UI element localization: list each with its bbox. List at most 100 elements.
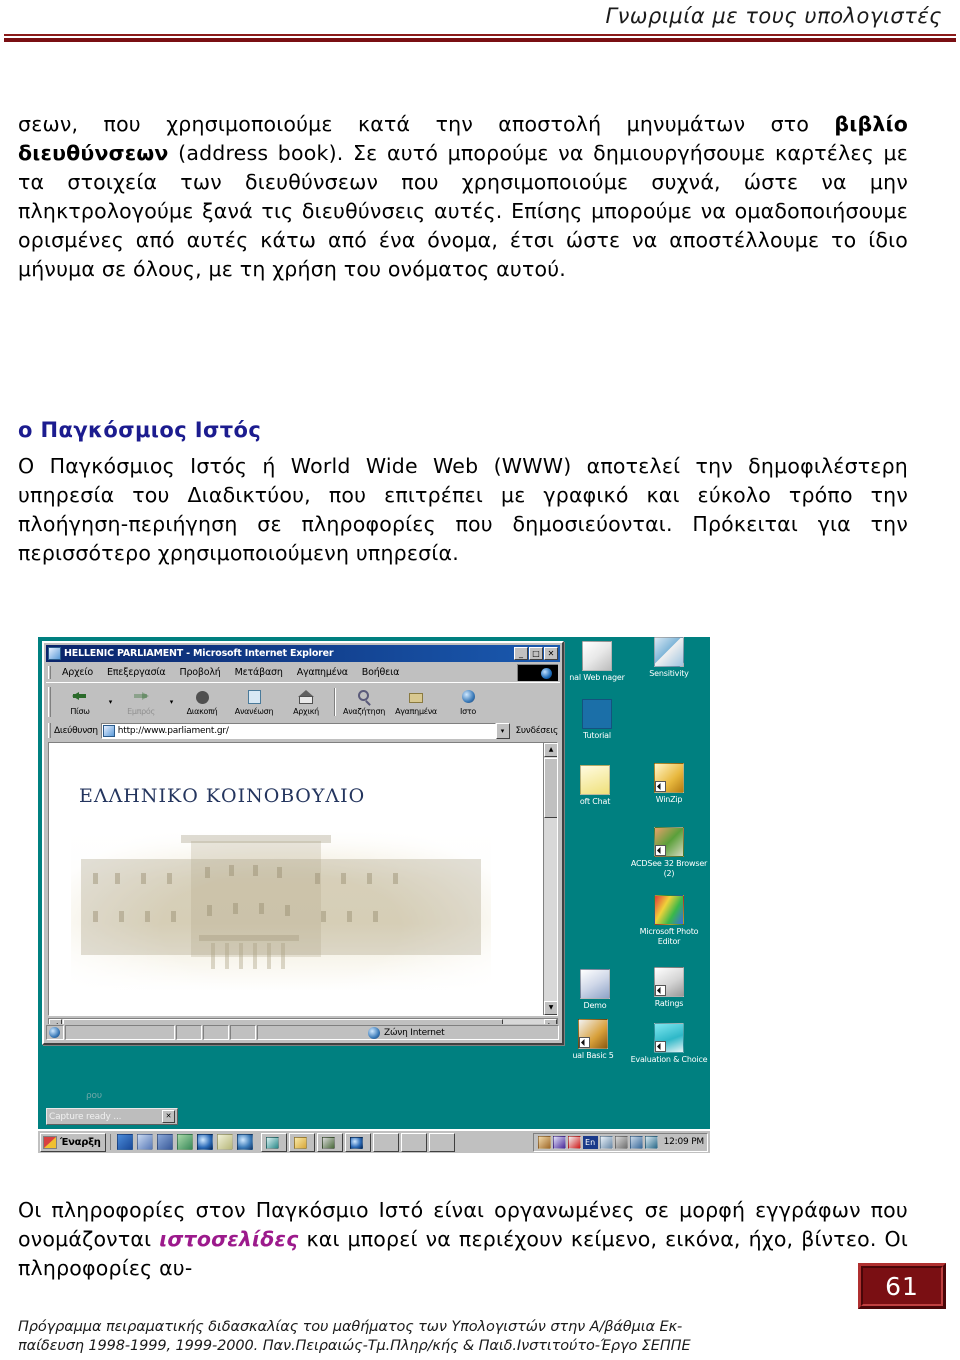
address-input[interactable]: http://www.parliament.gr/	[100, 722, 496, 739]
toolbar-grip[interactable]	[48, 687, 51, 717]
desktop-icon-demo[interactable]: Demo	[556, 969, 634, 1011]
toolbar-button-refresh[interactable]: Ανανέωση	[228, 688, 280, 716]
desktop-icon-label: nal Web nager	[569, 673, 625, 682]
menu-item-favorites[interactable]: Αγαπημένα	[290, 666, 355, 679]
quick-launch-channels-icon[interactable]	[156, 1134, 173, 1150]
menu-item-view[interactable]: Προβολή	[173, 666, 228, 679]
desktop-icon-label: ual Basic 5	[572, 1051, 614, 1060]
status-bar-icon	[46, 1025, 64, 1040]
desktop-icon-evaluation-choice[interactable]: Evaluation & Choice	[630, 1023, 708, 1065]
section-heading-world-wide-web: ο Παγκόσμιος Ιστός	[18, 418, 262, 442]
paragraph-1-part-a: σεων, που χρησιμοποιούμε κατά την αποστο…	[18, 112, 835, 136]
taskbar-button[interactable]	[428, 1132, 455, 1152]
quick-launch-desktop-icon[interactable]	[136, 1134, 153, 1150]
taskbar-button-internet-explorer[interactable]	[344, 1132, 371, 1152]
tray-icon-scheduler[interactable]	[537, 1135, 551, 1149]
desktop-icon-ratings[interactable]: Ratings	[630, 967, 708, 1009]
tray-language-indicator[interactable]: En	[582, 1135, 598, 1149]
forward-arrow-icon	[132, 688, 150, 706]
toolbar-button-label: Διακοπή	[186, 707, 218, 716]
browser-title-bar[interactable]: HELLENIC PARLIAMENT - Microsoft Internet…	[46, 645, 560, 662]
address-dropdown-caret-icon[interactable]: ▾	[495, 722, 510, 739]
taskbar-button[interactable]	[372, 1132, 399, 1152]
taskbar-button-folder[interactable]	[288, 1132, 315, 1152]
taskbar-clock[interactable]: 12:09 PM	[664, 1137, 705, 1147]
figure-browser-screenshot: nal Web nager Sensitivity Tutorial oft C…	[38, 637, 710, 1153]
tray-icon-volume[interactable]	[614, 1135, 628, 1149]
tray-icon-antivirus[interactable]	[552, 1135, 566, 1149]
desktop-icon-chat[interactable]: oft Chat	[556, 765, 634, 807]
desktop-icon-visual-basic[interactable]: ual Basic 5	[554, 1019, 632, 1061]
tray-icon-display[interactable]	[629, 1135, 643, 1149]
quick-launch-mail-icon[interactable]	[176, 1134, 193, 1150]
menu-item-go[interactable]: Μετάβαση	[228, 666, 290, 679]
back-dropdown-caret-icon[interactable]: ▾	[106, 685, 115, 719]
toolbar-button-home[interactable]: Αρχική	[280, 688, 332, 716]
visual-basic-icon	[578, 1019, 608, 1049]
quick-launch-globe-icon[interactable]	[236, 1134, 253, 1150]
footer-line-1: Πρόγραμμα πειραματικής διδασκαλίας του μ…	[18, 1319, 683, 1335]
chat-icon	[580, 765, 610, 795]
status-bar-panel	[203, 1025, 229, 1040]
toolbar-button-forward[interactable]: Εμπρός	[115, 688, 167, 716]
paragraph-web-pages: Οι πληροφορίες στον Παγκόσμιο Ιστό είναι…	[18, 1196, 908, 1283]
toolbar-button-label: Αναζήτηση	[343, 707, 385, 716]
taskbar-button-monitor[interactable]	[316, 1132, 343, 1152]
desktop-icon-sensitivity[interactable]: Sensitivity	[630, 637, 708, 679]
scroll-up-arrow-icon[interactable]: ▲	[544, 743, 557, 757]
quick-launch-cursor-icon[interactable]	[116, 1134, 133, 1150]
address-bar-label: Διεύθυνση	[54, 725, 98, 736]
toolbar-button-favorites[interactable]: Αγαπημένα	[390, 688, 442, 716]
sensitivity-icon	[654, 637, 684, 667]
windows-taskbar: Έναρξη En 12:09 PM	[38, 1129, 710, 1153]
taskbar-button-word[interactable]	[260, 1132, 287, 1152]
system-tray: En 12:09 PM	[532, 1132, 708, 1152]
tray-icon-network[interactable]	[599, 1135, 613, 1149]
address-bar-grip[interactable]	[48, 723, 51, 738]
toolbar-button-back[interactable]: Πίσω	[54, 688, 106, 716]
minimize-button[interactable]: _	[514, 647, 528, 660]
ratings-icon	[654, 967, 684, 997]
links-label[interactable]: Συνδέσεις	[516, 726, 559, 736]
desktop-icon-label: WinZip	[655, 795, 683, 804]
tray-icon-capture[interactable]	[567, 1135, 581, 1149]
header-rule-thick-line	[4, 38, 956, 42]
quick-launch-edit-icon[interactable]	[216, 1134, 233, 1150]
footer-line-2: παίδευση 1998-1999, 1999-2000. Παν.Πειρα…	[18, 1338, 691, 1354]
vertical-scrollbar[interactable]: ▲ ▼	[543, 743, 557, 1015]
forward-dropdown-caret-icon[interactable]: ▾	[167, 685, 176, 719]
back-arrow-icon	[71, 688, 89, 706]
desktop-icon-label: Microsoft Photo Editor	[639, 927, 699, 946]
desktop-icon-acdsee[interactable]: ACDSee 32 Browser (2)	[630, 827, 708, 878]
taskbar-button[interactable]	[400, 1132, 427, 1152]
capture-tooltip-close-icon[interactable]: ✕	[162, 1110, 175, 1123]
menu-bar-grip[interactable]	[48, 665, 51, 679]
acdsee-icon	[654, 827, 684, 857]
menu-item-help[interactable]: Βοήθεια	[355, 666, 406, 679]
start-button[interactable]: Έναρξη	[40, 1132, 106, 1152]
toolbar-button-history[interactable]: Ιστο	[442, 688, 494, 716]
toolbar-button-stop[interactable]: Διακοπή	[176, 688, 228, 716]
menu-item-file[interactable]: Αρχείο	[55, 666, 100, 679]
address-input-value: http://www.parliament.gr/	[117, 725, 229, 736]
desktop-icon-personal-web-manager[interactable]: nal Web nager	[558, 641, 636, 683]
browser-page-viewport[interactable]: ΕΛΛΗΝΙΚΟ ΚΟΙΝΟΒΟΥΛΙΟ ▲ ▼	[48, 742, 558, 1016]
menu-item-edit[interactable]: Επεξεργασία	[100, 666, 173, 679]
desktop-icon-tutorial[interactable]: Tutorial	[558, 699, 636, 741]
desktop-icon-winzip[interactable]: WinZip	[630, 763, 708, 805]
desktop-icon-label: Demo	[583, 1001, 607, 1010]
scroll-down-arrow-icon[interactable]: ▼	[544, 1001, 557, 1015]
desktop-icon-photo-editor[interactable]: Microsoft Photo Editor	[630, 895, 708, 946]
vertical-scrollbar-thumb[interactable]	[544, 758, 557, 818]
history-icon	[459, 688, 477, 706]
close-button[interactable]: ✕	[544, 647, 558, 660]
tray-icon-sync[interactable]	[644, 1135, 658, 1149]
browser-window[interactable]: HELLENIC PARLIAMENT - Microsoft Internet…	[42, 641, 564, 1045]
maximize-button[interactable]: □	[529, 647, 543, 660]
start-button-label: Έναρξη	[60, 1136, 101, 1148]
toolbar-button-search[interactable]: Αναζήτηση	[338, 688, 390, 716]
quick-launch-internet-explorer-icon[interactable]	[196, 1134, 213, 1150]
page-number: 61	[885, 1271, 919, 1301]
parliament-building-image	[71, 831, 491, 991]
page-icon	[102, 724, 115, 737]
